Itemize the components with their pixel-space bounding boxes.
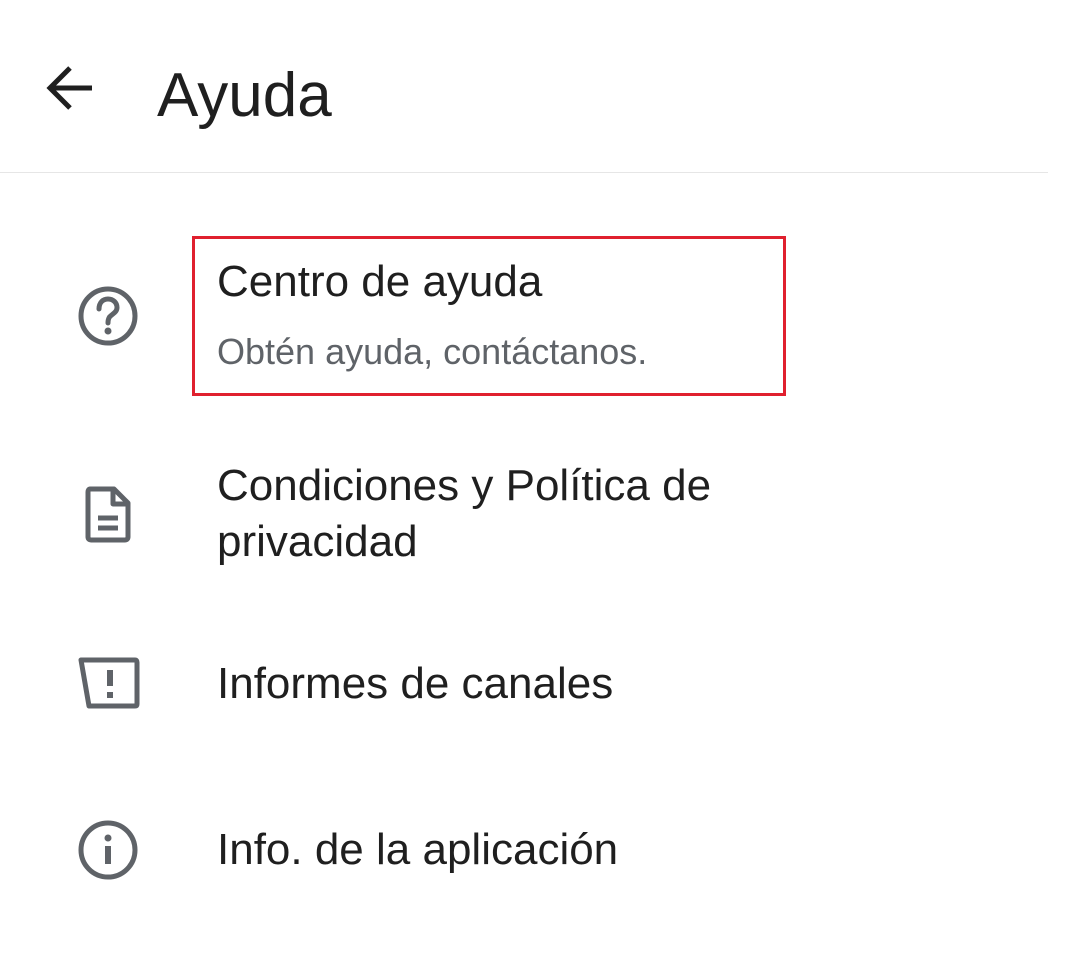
arrow-back-icon bbox=[42, 60, 98, 121]
menu-item-label: Centro de ayuda bbox=[217, 257, 543, 306]
menu-item-label-line2: privacidad bbox=[217, 517, 418, 566]
menu-item-channel-reports[interactable]: Informes de canales bbox=[0, 640, 1073, 730]
menu-item-subtitle: Obtén ayuda, contáctanos. bbox=[217, 331, 648, 372]
info-icon bbox=[72, 814, 144, 886]
help-circle-icon bbox=[72, 280, 144, 352]
back-button[interactable] bbox=[30, 50, 110, 130]
menu-item-label-line1: Condiciones y Política de bbox=[217, 461, 712, 510]
app-bar: Ayuda bbox=[0, 0, 1048, 173]
menu-item-label: Informes de canales bbox=[217, 659, 614, 708]
menu-item-app-info[interactable]: Info. de la aplicación bbox=[0, 810, 1073, 900]
menu-item-label: Info. de la aplicación bbox=[217, 825, 619, 874]
report-icon bbox=[72, 648, 144, 720]
page-title: Ayuda bbox=[157, 61, 332, 130]
document-icon bbox=[72, 478, 144, 550]
menu-item-help-center[interactable]: Centro de ayuda Obtén ayuda, contáctanos… bbox=[0, 236, 1073, 396]
menu-item-terms-privacy[interactable]: Condiciones y Política de privacidad bbox=[0, 456, 1073, 576]
